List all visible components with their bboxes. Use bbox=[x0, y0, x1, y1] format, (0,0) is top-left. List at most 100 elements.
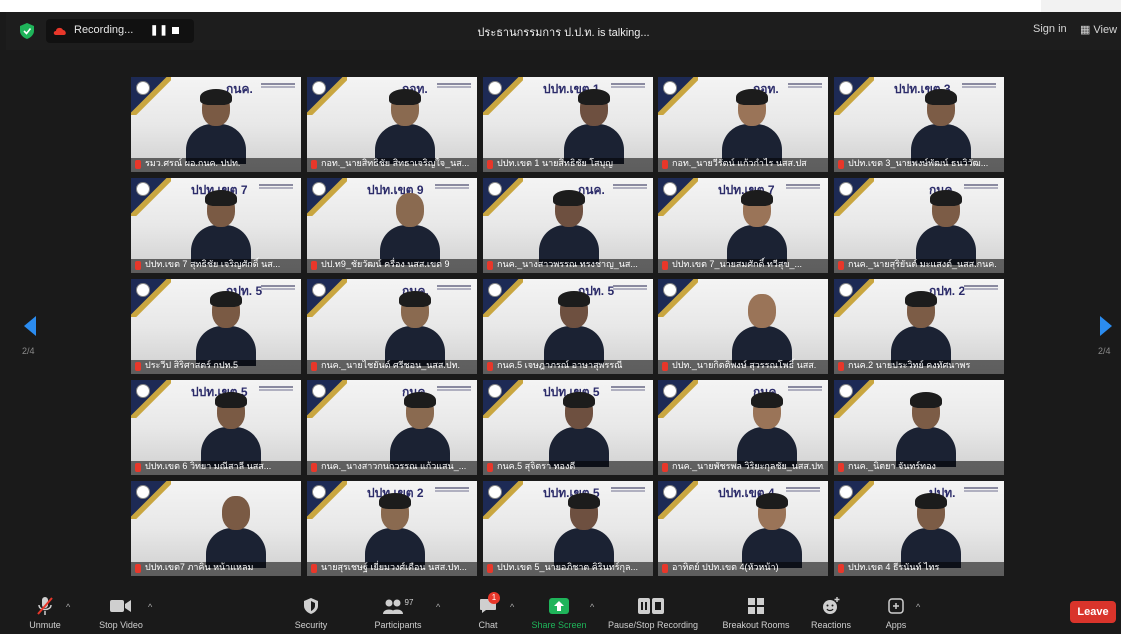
participant-tile[interactable]: ปปท.เขต 3 ปปท.เขต 3_นายพงษ์พัฒน์ ธนวิวัฒ.… bbox=[834, 77, 1004, 172]
stop-video-button[interactable]: Stop Video bbox=[92, 596, 150, 632]
pause-recording-label: Pause/Stop Recording bbox=[608, 620, 699, 630]
next-page-arrow-icon[interactable] bbox=[1100, 316, 1112, 336]
participant-video bbox=[554, 493, 614, 568]
participant-hair bbox=[210, 291, 242, 307]
participant-video bbox=[891, 291, 951, 366]
participant-tile[interactable]: ปปท.เขต 5 กนค.5 สุจิตรา ทองดี bbox=[483, 380, 653, 475]
organization-subtitle-lines bbox=[786, 487, 820, 489]
participant-tile[interactable]: กนค.กนค._นายไชยันต์ ศรีชอน_นสส.ปท. bbox=[307, 279, 477, 374]
agency-seal-icon bbox=[136, 182, 150, 196]
participant-name: อาทิตย์ ปปท.เขต 4(หัวหน้า) bbox=[672, 562, 779, 572]
share-screen-icon bbox=[549, 598, 569, 614]
participant-tile[interactable]: ปปท.เขต 2นายสุรเชษฐ์ เยี่ยมวงศ์เดือน นสส… bbox=[307, 481, 477, 576]
agency-seal-icon bbox=[839, 81, 853, 95]
agency-seal-icon bbox=[839, 283, 853, 297]
participant-video bbox=[911, 89, 971, 164]
apps-button[interactable]: Apps bbox=[876, 596, 916, 632]
participant-tile[interactable]: ปปท.เขต 5 ปปท.เขต 6 วิทยา มณีสาลี นสส... bbox=[131, 380, 301, 475]
muted-microphone-icon bbox=[662, 160, 668, 169]
leave-button[interactable]: Leave bbox=[1070, 601, 1116, 623]
participant-tile[interactable]: ปปท.เขต7 ภาคิน หน้าแหลม bbox=[131, 481, 301, 576]
participant-tile[interactable]: กนค._นิตยา จันทร์ทอง bbox=[834, 380, 1004, 475]
participant-name: รมว.ศรณ์ ผอ.กนค. ปปท. bbox=[145, 158, 241, 168]
participant-hair bbox=[751, 392, 783, 408]
participant-hair bbox=[930, 190, 962, 206]
organization-subtitle-lines bbox=[786, 184, 820, 186]
participant-tile[interactable]: ปปท.เขต 1 ปปท.เขต 1 นายสิทธิชัย โสบุญ bbox=[483, 77, 653, 172]
participant-tile[interactable]: ปปท.เขต 5 ปปท.เขต 5_นายอภิชาต คิรินทร์กุล… bbox=[483, 481, 653, 576]
agency-seal-icon bbox=[136, 81, 150, 95]
participant-tile[interactable]: กนค. รมว.ศรณ์ ผอ.กนค. ปปท. bbox=[131, 77, 301, 172]
participant-name: นายสุรเชษฐ์ เยี่ยมวงศ์เดือน นสส.ปท... bbox=[321, 562, 467, 572]
previous-page-arrow-icon[interactable] bbox=[24, 316, 36, 336]
participant-tile[interactable]: ปปท._นายกิตติพงษ์ สุวรรณโพธิ์ นสส. bbox=[658, 279, 828, 374]
unmute-button[interactable]: Unmute bbox=[20, 596, 70, 632]
participant-name: ปปท._นายกิตติพงษ์ สุวรรณโพธิ์ นสส. bbox=[672, 360, 817, 370]
breakout-rooms-button[interactable]: Breakout Rooms bbox=[718, 596, 794, 632]
video-options-caret-icon[interactable]: ^ bbox=[148, 602, 152, 612]
participant-tile[interactable]: ปปท.เขต 9 ปป.ท9_ชัยวัฒน์ ครื่อง นสส.เขต 9 bbox=[307, 178, 477, 273]
participant-video bbox=[722, 89, 782, 164]
participant-tile[interactable]: กนค.กนค._นายพัชรพล วิริยะกุลชัย_นสส.ปท. bbox=[658, 380, 828, 475]
participant-tile[interactable]: กอท. กอท._นายสิทธิชัย สิทธาเจริญใจ_นส... bbox=[307, 77, 477, 172]
participants-button[interactable]: 97 Participants bbox=[366, 596, 430, 632]
participant-tile[interactable]: ปปท.เขต 4 อาทิตย์ ปปท.เขต 4(หัวหน้า) bbox=[658, 481, 828, 576]
participant-tile[interactable]: กนค.กนค._นายสุริยันต์ มะแสงต์_นสส.กนค. bbox=[834, 178, 1004, 273]
muted-microphone-icon bbox=[311, 261, 317, 270]
participant-video bbox=[742, 493, 802, 568]
muted-microphone-icon bbox=[662, 362, 668, 371]
participant-video bbox=[196, 291, 256, 366]
participant-hair bbox=[910, 392, 942, 408]
participant-tile[interactable]: กปท. 2 กนค.2 นายประวิทย์ คงทัศนาพร bbox=[834, 279, 1004, 374]
participant-name: กนค._นิตยา จันทร์ทอง bbox=[848, 461, 936, 471]
page-indicator-right: 2/4 bbox=[1098, 346, 1111, 356]
agency-seal-icon bbox=[663, 283, 677, 297]
reactions-smiley-icon bbox=[823, 597, 840, 614]
agency-seal-icon bbox=[312, 485, 326, 499]
participant-hair bbox=[205, 190, 237, 206]
muted-microphone-icon bbox=[135, 362, 141, 371]
pause-stop-recording-button[interactable]: Pause/Stop Recording bbox=[608, 596, 699, 632]
muted-microphone-icon bbox=[311, 160, 317, 169]
participant-video bbox=[201, 392, 261, 467]
agency-seal-icon bbox=[136, 485, 150, 499]
share-screen-button[interactable]: Share Screen bbox=[530, 596, 588, 632]
participant-tile[interactable]: กปท. 5 กนค.5 เจษฎาภรณ์ อาษาสุพรรณี bbox=[483, 279, 653, 374]
unmute-label: Unmute bbox=[29, 620, 61, 630]
participant-tile[interactable]: กปท. 5 ประวีป สิริศาสตร์ กปท.5 bbox=[131, 279, 301, 374]
organization-subtitle-lines bbox=[613, 184, 647, 186]
participant-name: กนค._นางสาวกนกวรรณ แก้วแสน_... bbox=[321, 461, 467, 471]
audio-options-caret-icon[interactable]: ^ bbox=[66, 602, 70, 612]
participant-tile[interactable]: กนค. กนค._นางสาวพรรณ ทรงชาญ_นส... bbox=[483, 178, 653, 273]
sign-in-link[interactable]: Sign in bbox=[1033, 23, 1067, 35]
apps-caret-icon[interactable]: ^ bbox=[916, 602, 920, 612]
participant-video bbox=[544, 291, 604, 366]
reactions-button[interactable]: Reactions bbox=[806, 596, 856, 632]
agency-seal-icon bbox=[136, 283, 150, 297]
organization-subtitle-lines bbox=[259, 184, 293, 186]
organization-subtitle-lines bbox=[788, 386, 822, 388]
view-menu-button[interactable]: ▦ View bbox=[1080, 23, 1117, 36]
participant-tile[interactable]: ปปท.เขต 7 ปปท.เขต 7_นายสมศักดิ์ ทวีสุข_..… bbox=[658, 178, 828, 273]
participant-head bbox=[396, 193, 424, 227]
participant-tile[interactable]: กนค.กนค._นางสาวกนกวรรณ แก้วแสน_... bbox=[307, 380, 477, 475]
agency-seal-icon bbox=[136, 384, 150, 398]
grid-view-icon: ▦ bbox=[1080, 24, 1091, 36]
participant-name: ปปท.เขต 5_นายอภิชาต คิรินทร์กุล... bbox=[497, 562, 639, 572]
security-button[interactable]: Security bbox=[288, 596, 334, 632]
participant-hair bbox=[389, 89, 421, 105]
participants-caret-icon[interactable]: ^ bbox=[436, 602, 440, 612]
organization-subtitle-lines bbox=[261, 285, 295, 287]
participant-video bbox=[737, 392, 797, 467]
participant-name: กนค._นางสาวพรรณ ทรงชาญ_นส... bbox=[497, 259, 638, 269]
chat-button[interactable]: 1 Chat bbox=[472, 592, 504, 632]
participant-name: กนค._นายไชยันต์ ศรีชอน_นสส.ปท. bbox=[321, 360, 461, 370]
chat-caret-icon[interactable]: ^ bbox=[510, 602, 514, 612]
muted-microphone-icon bbox=[487, 564, 493, 573]
participant-tile[interactable]: กอท. กอท._นายวีรัตน์ แก้วกำไร นสส.ปส bbox=[658, 77, 828, 172]
participant-tile[interactable]: ปปท. ปปท.เขต 4 ธีรนันท์ ไทร bbox=[834, 481, 1004, 576]
participant-tile[interactable]: ปปท.เขต 7ปปท.เขต 7 สุทธิชัย เจริญศักดิ์ … bbox=[131, 178, 301, 273]
organization-subtitle-lines bbox=[964, 487, 998, 489]
muted-microphone-icon bbox=[311, 564, 317, 573]
share-caret-icon[interactable]: ^ bbox=[590, 602, 594, 612]
